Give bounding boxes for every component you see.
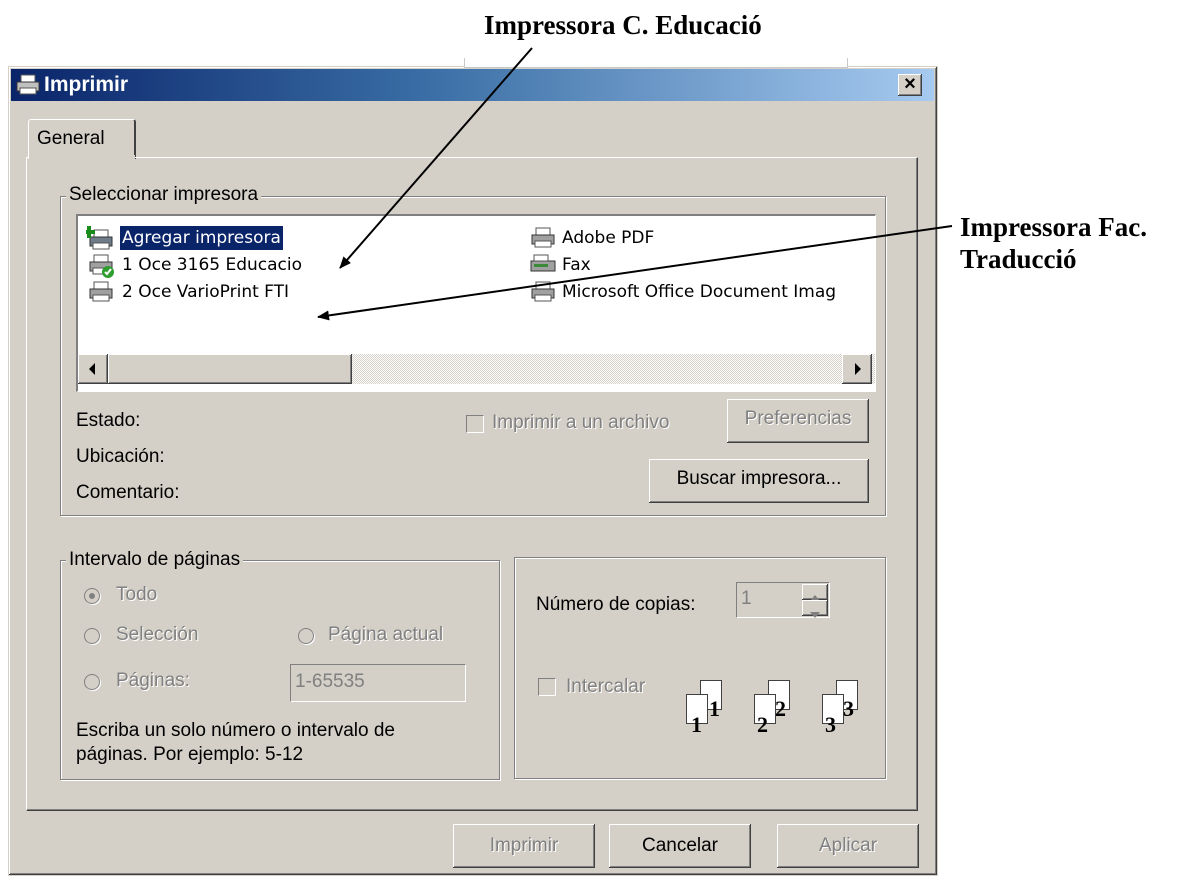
arrow-to-traduccio <box>317 225 953 321</box>
arrow-to-educacio <box>339 47 533 269</box>
annotation-arrows <box>317 47 953 321</box>
